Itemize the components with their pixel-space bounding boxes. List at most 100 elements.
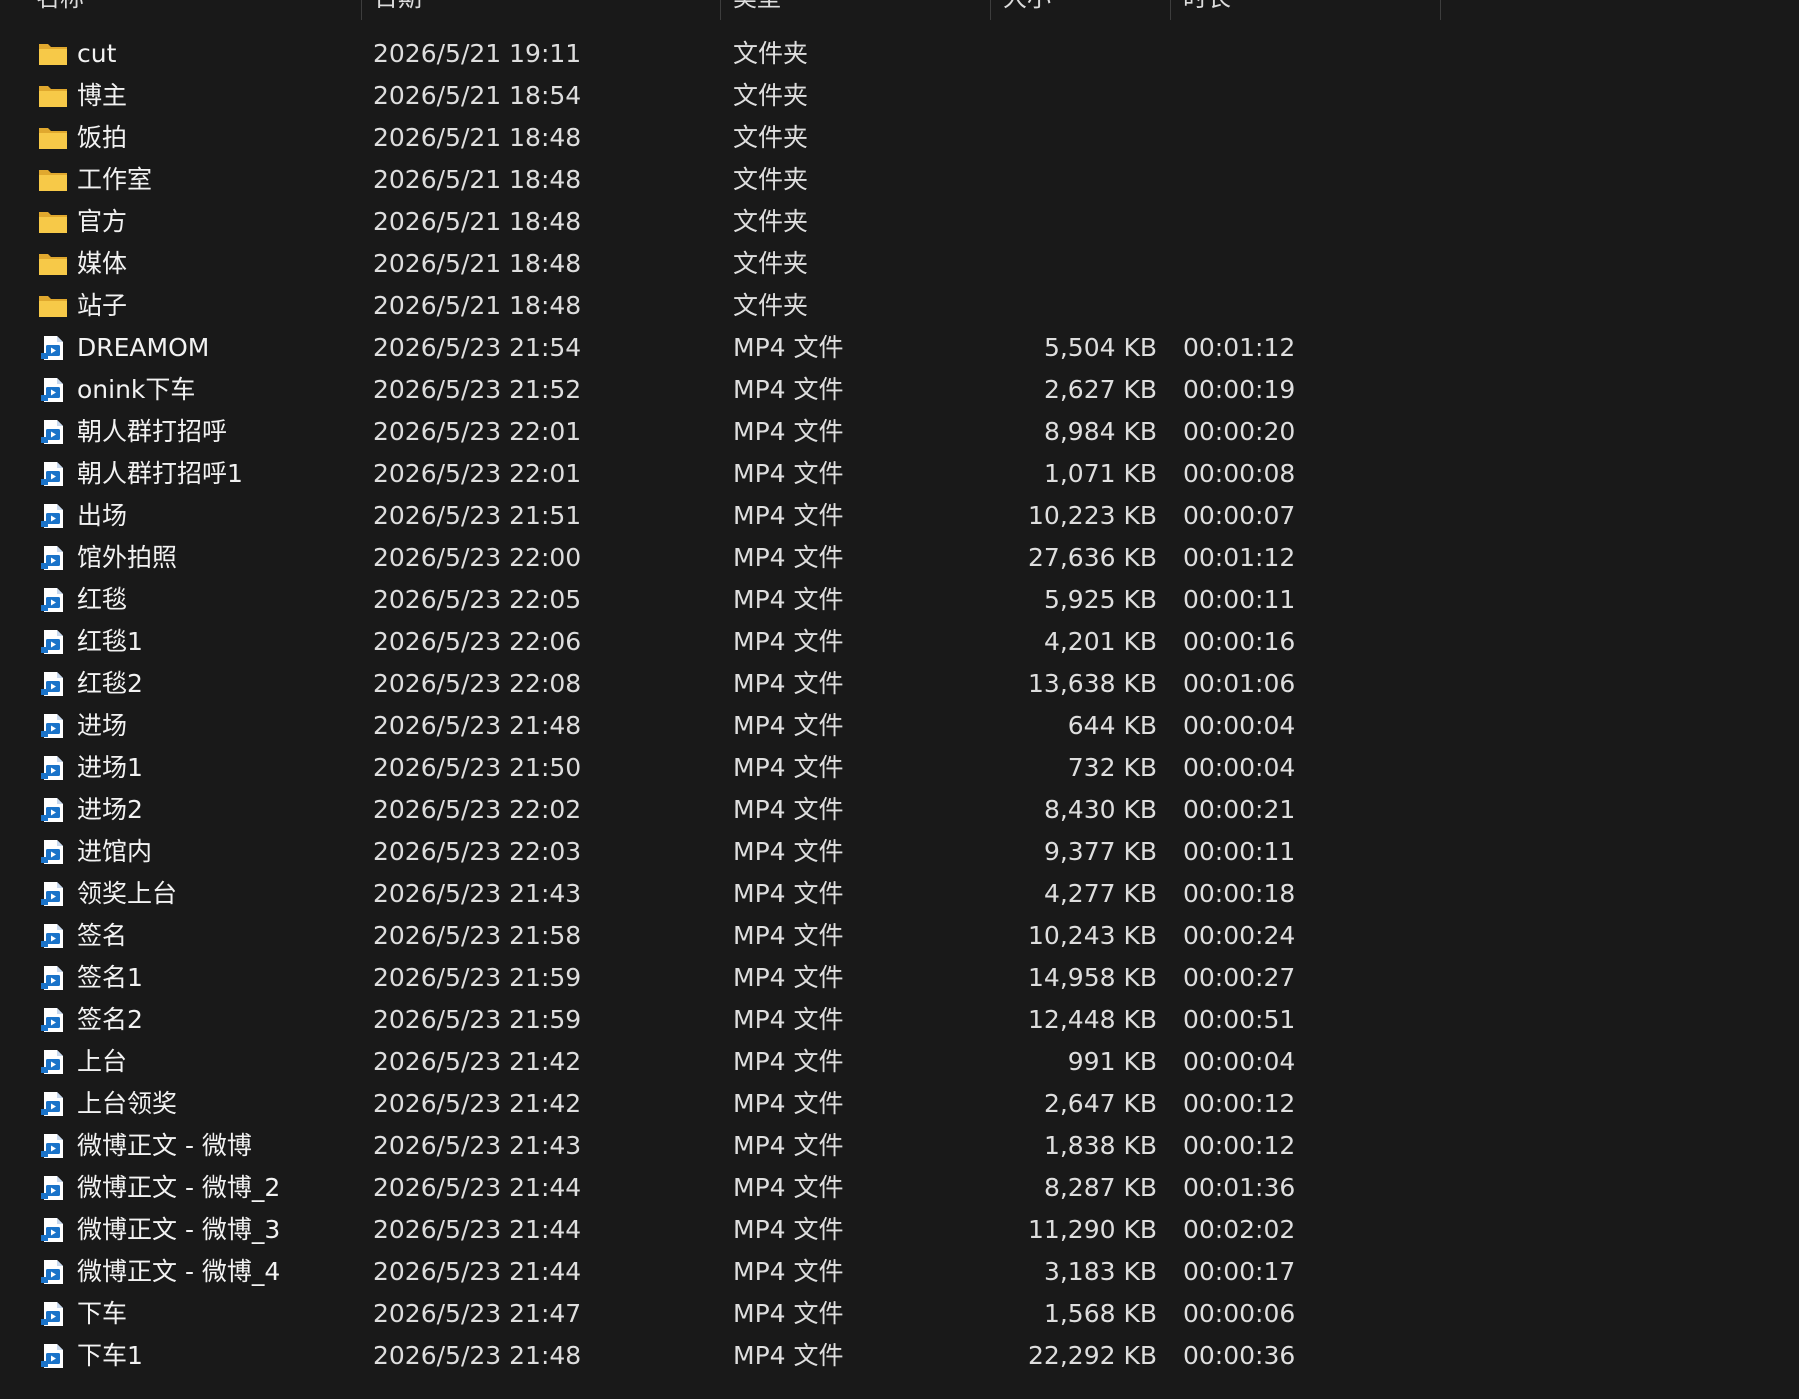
file-row[interactable]: 上台 2026/5/23 21:42 MP4 文件 991 KB 00:00:0…	[0, 1041, 1440, 1083]
file-type: MP4 文件	[733, 753, 844, 782]
file-size: 8,984 KB	[1043, 417, 1157, 446]
file-row[interactable]: 下车1 2026/5/23 21:48 MP4 文件 22,292 KB 00:…	[0, 1335, 1440, 1377]
file-row[interactable]: DREAMOM 2026/5/23 21:54 MP4 文件 5,504 KB …	[0, 327, 1440, 369]
file-row[interactable]: 红毯1 2026/5/23 22:06 MP4 文件 4,201 KB 00:0…	[0, 621, 1440, 663]
file-duration: 00:00:19	[1183, 375, 1296, 404]
file-row[interactable]: 红毯 2026/5/23 22:05 MP4 文件 5,925 KB 00:00…	[0, 579, 1440, 621]
file-duration: 00:00:51	[1183, 1005, 1296, 1034]
file-date: 2026/5/23 21:58	[373, 921, 582, 950]
file-size: 991 KB	[1067, 1047, 1157, 1076]
file-row[interactable]: 领奖上台 2026/5/23 21:43 MP4 文件 4,277 KB 00:…	[0, 873, 1440, 915]
file-row[interactable]: 馆外拍照 2026/5/23 22:00 MP4 文件 27,636 KB 00…	[0, 537, 1440, 579]
column-header-type[interactable]: 类型	[721, 0, 991, 20]
file-type: MP4 文件	[733, 1341, 844, 1370]
file-date: 2026/5/23 21:42	[373, 1089, 582, 1118]
file-row[interactable]: 微博正文 - 微博_2 2026/5/23 21:44 MP4 文件 8,287…	[0, 1167, 1440, 1209]
file-date: 2026/5/21 18:48	[373, 291, 582, 320]
file-date: 2026/5/21 18:48	[373, 165, 582, 194]
mp4-file-icon	[37, 965, 69, 991]
file-name: 饭拍	[77, 123, 128, 152]
file-row[interactable]: 微博正文 - 微博_3 2026/5/23 21:44 MP4 文件 11,29…	[0, 1209, 1440, 1251]
file-date: 2026/5/21 18:54	[373, 81, 582, 110]
file-row[interactable]: 签名2 2026/5/23 21:59 MP4 文件 12,448 KB 00:…	[0, 999, 1440, 1041]
column-header-date[interactable]: 日期	[362, 0, 721, 20]
file-row[interactable]: 进场 2026/5/23 21:48 MP4 文件 644 KB 00:00:0…	[0, 705, 1440, 747]
file-row[interactable]: 进场2 2026/5/23 22:02 MP4 文件 8,430 KB 00:0…	[0, 789, 1440, 831]
file-row[interactable]: 饭拍 2026/5/21 18:48 文件夹	[0, 117, 1440, 159]
file-duration: 00:00:07	[1183, 501, 1296, 530]
column-header-name[interactable]: 名称	[24, 0, 362, 20]
folder-icon	[37, 83, 69, 109]
file-type: MP4 文件	[733, 333, 844, 362]
file-row[interactable]: cut 2026/5/21 19:11 文件夹	[0, 33, 1440, 75]
file-size: 27,636 KB	[1028, 543, 1157, 572]
file-type: MP4 文件	[733, 879, 844, 908]
file-duration: 00:00:04	[1183, 753, 1296, 782]
folder-icon	[37, 167, 69, 193]
file-row[interactable]: 上台领奖 2026/5/23 21:42 MP4 文件 2,647 KB 00:…	[0, 1083, 1440, 1125]
file-duration: 00:00:20	[1183, 417, 1296, 446]
file-row[interactable]: 媒体 2026/5/21 18:48 文件夹	[0, 243, 1440, 285]
file-type: MP4 文件	[733, 711, 844, 740]
file-type: 文件夹	[733, 207, 809, 236]
file-name: 微博正文 - 微博_4	[77, 1257, 281, 1286]
file-duration: 00:01:12	[1183, 543, 1296, 572]
file-name: DREAMOM	[77, 333, 210, 362]
file-duration: 00:00:18	[1183, 879, 1296, 908]
file-row[interactable]: 出场 2026/5/23 21:51 MP4 文件 10,223 KB 00:0…	[0, 495, 1440, 537]
file-row[interactable]: 朝人群打招呼1 2026/5/23 22:01 MP4 文件 1,071 KB …	[0, 453, 1440, 495]
mp4-file-icon	[37, 377, 69, 403]
file-size: 8,287 KB	[1043, 1173, 1157, 1202]
file-type: 文件夹	[733, 123, 809, 152]
file-name: 进场	[77, 711, 128, 740]
file-row[interactable]: 红毯2 2026/5/23 22:08 MP4 文件 13,638 KB 00:…	[0, 663, 1440, 705]
mp4-file-icon	[37, 755, 69, 781]
file-row[interactable]: 博主 2026/5/21 18:54 文件夹	[0, 75, 1440, 117]
file-row[interactable]: 工作室 2026/5/21 18:48 文件夹	[0, 159, 1440, 201]
file-row[interactable]: 朝人群打招呼 2026/5/23 22:01 MP4 文件 8,984 KB 0…	[0, 411, 1440, 453]
file-name: 馆外拍照	[77, 543, 178, 572]
file-row[interactable]: 进场1 2026/5/23 21:50 MP4 文件 732 KB 00:00:…	[0, 747, 1440, 789]
file-row[interactable]: 微博正文 - 微博 2026/5/23 21:43 MP4 文件 1,838 K…	[0, 1125, 1440, 1167]
file-date: 2026/5/23 22:01	[373, 459, 582, 488]
file-size: 8,430 KB	[1043, 795, 1157, 824]
mp4-file-icon	[37, 1091, 69, 1117]
file-name: 朝人群打招呼1	[77, 459, 243, 488]
file-name: 签名1	[77, 963, 143, 992]
file-date: 2026/5/23 21:54	[373, 333, 582, 362]
folder-icon	[37, 41, 69, 67]
mp4-file-icon	[37, 1133, 69, 1159]
file-name: cut	[77, 39, 117, 68]
file-name: 微博正文 - 微博	[77, 1131, 252, 1160]
file-size: 5,504 KB	[1043, 333, 1157, 362]
file-duration: 00:00:16	[1183, 627, 1296, 656]
file-type: MP4 文件	[733, 837, 844, 866]
file-row[interactable]: 微博正文 - 微博_4 2026/5/23 21:44 MP4 文件 3,183…	[0, 1251, 1440, 1293]
file-row[interactable]: onink下车 2026/5/23 21:52 MP4 文件 2,627 KB …	[0, 369, 1440, 411]
folder-icon	[37, 293, 69, 319]
folder-icon	[37, 209, 69, 235]
column-header-size[interactable]: 大小	[991, 0, 1171, 20]
file-date: 2026/5/23 21:59	[373, 963, 582, 992]
file-date: 2026/5/21 18:48	[373, 249, 582, 278]
file-name: onink下车	[77, 375, 196, 404]
file-row[interactable]: 站子 2026/5/21 18:48 文件夹	[0, 285, 1440, 327]
file-date: 2026/5/23 21:48	[373, 711, 582, 740]
file-type: MP4 文件	[733, 627, 844, 656]
file-name: 站子	[77, 291, 128, 320]
file-name: 微博正文 - 微博_3	[77, 1215, 281, 1244]
file-row[interactable]: 下车 2026/5/23 21:47 MP4 文件 1,568 KB 00:00…	[0, 1293, 1440, 1335]
file-name: 签名	[77, 921, 128, 950]
file-size: 10,223 KB	[1028, 501, 1157, 530]
file-duration: 00:00:11	[1183, 837, 1296, 866]
file-row[interactable]: 签名 2026/5/23 21:58 MP4 文件 10,243 KB 00:0…	[0, 915, 1440, 957]
file-row[interactable]: 签名1 2026/5/23 21:59 MP4 文件 14,958 KB 00:…	[0, 957, 1440, 999]
file-type: MP4 文件	[733, 963, 844, 992]
file-date: 2026/5/21 19:11	[373, 39, 582, 68]
file-date: 2026/5/23 21:59	[373, 1005, 582, 1034]
file-date: 2026/5/23 22:05	[373, 585, 582, 614]
column-header-duration[interactable]: 时长	[1171, 0, 1441, 20]
file-row[interactable]: 进馆内 2026/5/23 22:03 MP4 文件 9,377 KB 00:0…	[0, 831, 1440, 873]
file-row[interactable]: 官方 2026/5/21 18:48 文件夹	[0, 201, 1440, 243]
file-size: 11,290 KB	[1028, 1215, 1157, 1244]
